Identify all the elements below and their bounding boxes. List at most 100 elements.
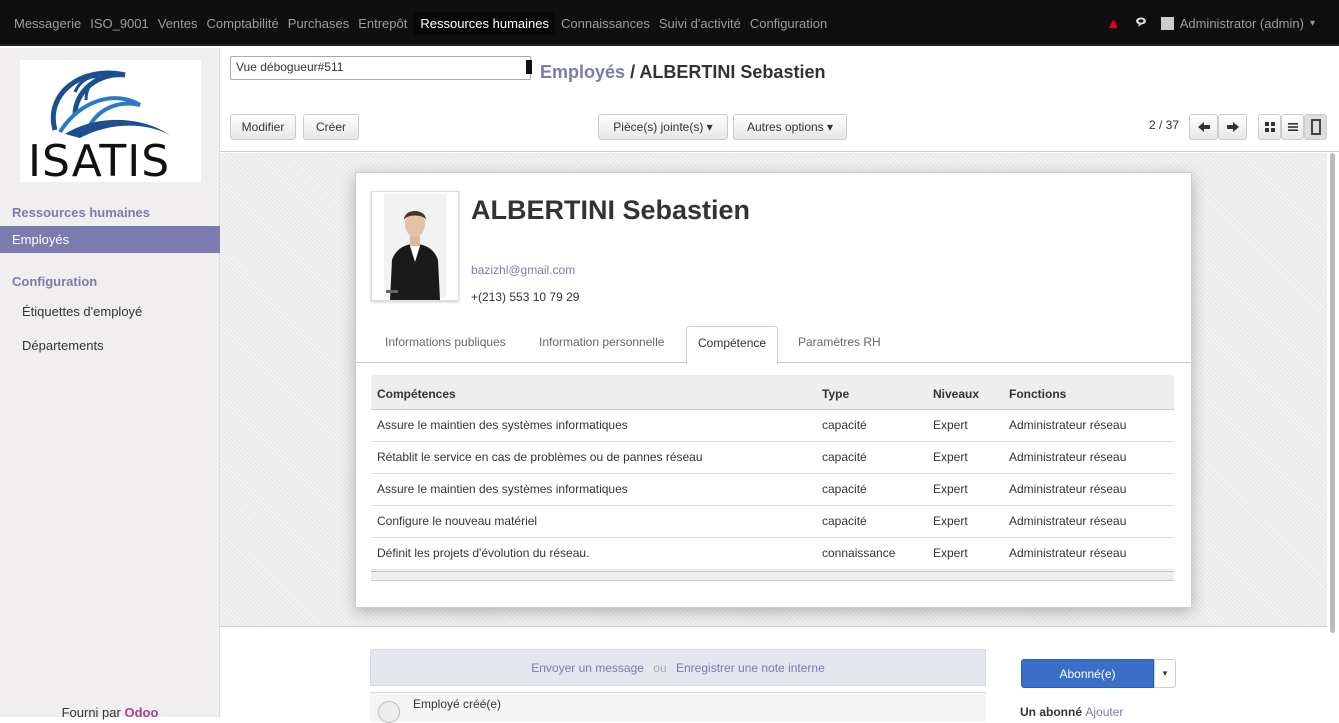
cell-competence: Configure le nouveau matériel [371,505,816,538]
chatter-message: Employé créé(e) [370,692,986,723]
chat-icon[interactable] [1135,16,1149,31]
cell-niveau: Expert [927,409,1003,442]
column-header-niveaux[interactable]: Niveaux [927,375,1003,410]
powered-by-label: Fourni par [61,705,121,720]
employee-photo[interactable] [371,191,459,301]
more-options-button[interactable]: Autres options ▾ [733,114,847,140]
cell-competence: Définit les projets d'évolution du résea… [371,537,816,570]
employee-sheet: ALBERTINI Sebastien bazizhl@gmail.com +(… [355,172,1192,608]
form-view: ALBERTINI Sebastien bazizhl@gmail.com +(… [220,153,1327,627]
cell-type: capacité [816,505,927,538]
select-caret-icon [526,60,532,74]
kanban-view-button[interactable] [1258,114,1281,140]
list-icon [1287,123,1298,131]
cell-niveau: Expert [927,505,1003,538]
cell-niveau: Expert [927,473,1003,506]
sidebar-item-departements[interactable]: Départements [0,332,220,359]
message-text: Employé créé(e) [413,697,502,711]
sidebar-section-configuration[interactable]: Configuration [12,274,97,289]
notebook-tabs: Informations publiques Information perso… [356,326,1191,364]
debug-view-value: Vue débogueur#511 [236,60,344,74]
column-header-competences[interactable]: Compétences [371,375,816,410]
next-record-button[interactable] [1218,114,1247,140]
menu-connaissances[interactable]: Connaissances [561,16,650,31]
top-navbar: Messagerie ISO_9001 Ventes Comptabilité … [0,0,1339,46]
user-avatar[interactable] [1160,16,1174,30]
control-panel: Vue débogueur#511 Employés / ALBERTINI S… [220,48,1339,152]
breadcrumb-separator: / [630,62,636,82]
user-menu[interactable]: Administrator (admin) [1180,16,1304,31]
pager-value: 2 / 37 [1149,118,1180,132]
menu-messagerie[interactable]: Messagerie [14,16,81,31]
tab-informations-publiques[interactable]: Informations publiques [385,335,506,349]
debug-view-select[interactable]: Vue débogueur#511 [230,56,532,80]
alert-icon[interactable]: ▲ [1106,15,1121,32]
menu-purchases[interactable]: Purchases [288,16,349,31]
follow-button[interactable]: Abonné(e) [1021,659,1154,688]
cell-fonction: Administrateur réseau [1003,409,1174,442]
cell-competence: Assure le maintien des systèmes informat… [371,473,816,506]
or-separator: ou [653,661,667,675]
cell-fonction: Administrateur réseau [1003,441,1174,474]
logo-text: ISATIS [28,136,170,182]
navbar-right: ▲ Administrator (admin) ▾ [1106,0,1315,46]
skills-header-row: Compétences Type Niveaux Fonctions [371,375,1174,410]
cell-niveau: Expert [927,537,1003,570]
table-row[interactable]: Rétablit le service en cas de problèmes … [371,441,1174,474]
cell-fonction: Administrateur réseau [1003,537,1174,570]
cell-competence: Rétablit le service en cas de problèmes … [371,441,816,474]
cell-fonction: Administrateur réseau [1003,505,1174,538]
column-header-fonctions[interactable]: Fonctions [1003,375,1174,410]
column-header-type[interactable]: Type [816,375,927,410]
cell-type: connaissance [816,537,927,570]
table-footer [371,571,1174,581]
cell-type: capacité [816,441,927,474]
menu-ressources-humaines[interactable]: Ressources humaines [414,11,555,35]
sidebar-section-rh[interactable]: Ressources humaines [12,205,150,220]
menu-configuration[interactable]: Configuration [750,16,827,31]
send-message-link[interactable]: Envoyer un message [531,661,644,675]
sidebar-item-employes[interactable]: Employés [0,226,220,253]
create-button[interactable]: Créer [303,114,359,140]
list-view-button[interactable] [1281,114,1304,140]
arrow-right-icon [1226,122,1239,132]
sidebar-item-etiquettes[interactable]: Étiquettes d'employé [0,298,220,325]
employee-email[interactable]: bazizhl@gmail.com [471,263,575,277]
prev-record-button[interactable] [1189,114,1218,140]
user-caret-icon[interactable]: ▾ [1310,18,1315,29]
edit-button[interactable]: Modifier [230,114,296,140]
attachments-button[interactable]: Pièce(s) jointe(s) ▾ [598,114,728,140]
menu-suivi-activite[interactable]: Suivi d'activité [659,16,741,31]
cell-type: capacité [816,409,927,442]
scrollbar[interactable] [1330,153,1335,633]
table-row[interactable]: Assure le maintien des systèmes informat… [371,409,1174,442]
menu-ventes[interactable]: Ventes [158,16,198,31]
cell-competence: Assure le maintien des systèmes informat… [371,409,816,442]
table-row[interactable]: Assure le maintien des systèmes informat… [371,473,1174,506]
table-row[interactable]: Configure le nouveau matériel capacité E… [371,505,1174,538]
breadcrumb: Employés / ALBERTINI Sebastien [540,62,825,83]
tab-parametres-rh[interactable]: Paramètres RH [798,335,881,349]
odoo-link[interactable]: Odoo [124,705,158,720]
arrow-left-icon [1197,122,1210,132]
employee-name: ALBERTINI Sebastien [471,195,751,225]
table-row[interactable]: Définit les projets d'évolution du résea… [371,537,1174,570]
breadcrumb-employes[interactable]: Employés [540,62,625,82]
sidebar: ISATIS Ressources humaines Employés Conf… [0,48,220,720]
cell-fonction: Administrateur réseau [1003,473,1174,506]
powered-by: Fourni par Odoo [0,705,220,720]
company-logo[interactable]: ISATIS [20,60,201,187]
menu-iso9001[interactable]: ISO_9001 [90,16,149,31]
form-view-button[interactable] [1304,114,1327,140]
cell-niveau: Expert [927,441,1003,474]
menu-comptabilite[interactable]: Comptabilité [207,16,279,31]
menu-entrepot[interactable]: Entrepôt [358,16,407,31]
chatter-composer-bar: Envoyer un message ou Enregistrer une no… [370,649,986,686]
tab-information-personnelle[interactable]: Information personnelle [539,335,664,349]
log-note-link[interactable]: Enregistrer une note interne [676,661,825,675]
tab-competence[interactable]: Compétence [686,326,779,364]
message-avatar [378,701,400,723]
form-icon [1310,119,1321,135]
app-menu: Messagerie ISO_9001 Ventes Comptabilité … [14,0,836,46]
follow-dropdown-button[interactable]: ▾ [1154,659,1176,688]
